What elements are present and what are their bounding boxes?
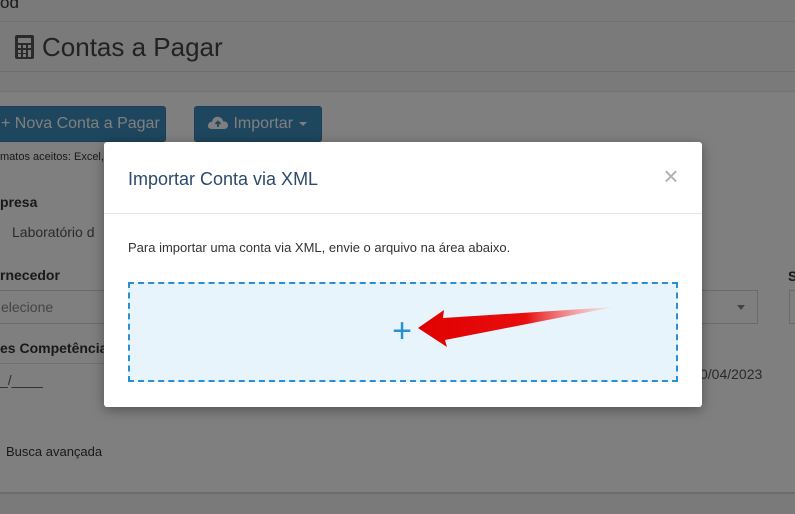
modal-title: Importar Conta via XML bbox=[128, 169, 319, 189]
close-icon[interactable]: × bbox=[660, 163, 682, 189]
plus-icon: + bbox=[392, 312, 412, 350]
modal-header: Importar Conta via XML × bbox=[104, 142, 702, 214]
red-arrow-annotation bbox=[418, 307, 614, 347]
modal-instructions: Para importar uma conta via XML, envie o… bbox=[128, 240, 511, 255]
import-xml-modal: Importar Conta via XML × Para importar u… bbox=[104, 142, 702, 407]
